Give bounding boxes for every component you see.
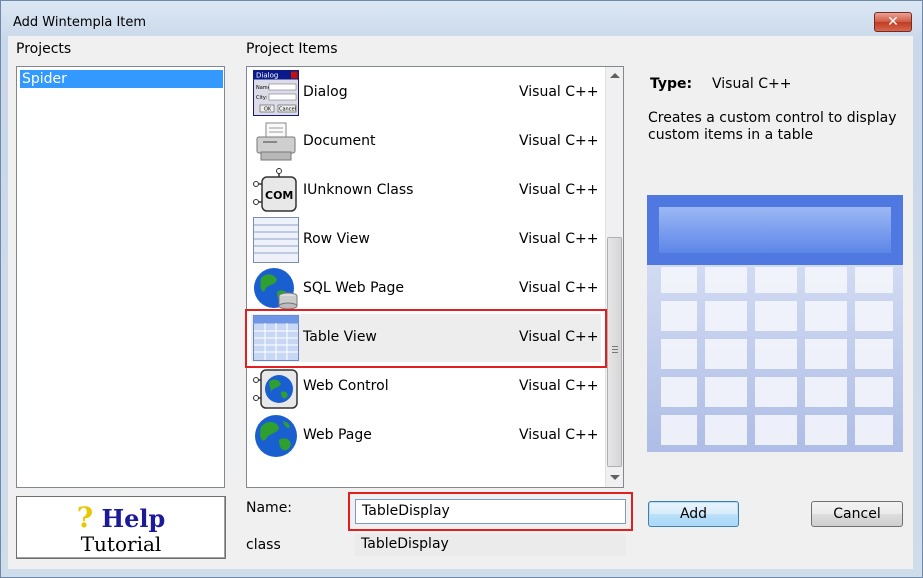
class-value: TableDisplay bbox=[355, 534, 626, 556]
tutorial-label: Tutorial bbox=[80, 532, 162, 556]
item-type: Visual C++ bbox=[519, 378, 599, 394]
projects-list[interactable]: Spider bbox=[16, 66, 225, 488]
projects-label: Projects bbox=[16, 41, 72, 57]
item-name: Row View bbox=[303, 231, 370, 247]
item-type: Visual C++ bbox=[519, 231, 599, 247]
item-type: Visual C++ bbox=[519, 427, 599, 443]
dialog-icon: Dialog Name: City: OK Cancel bbox=[253, 70, 299, 116]
close-button[interactable]: ✕ bbox=[874, 12, 912, 32]
item-type: Visual C++ bbox=[519, 133, 599, 149]
list-item-document[interactable]: Document Visual C++ bbox=[251, 118, 601, 166]
item-description: Creates a custom control to display cust… bbox=[648, 110, 897, 143]
item-name: IUnknown Class bbox=[303, 182, 414, 198]
list-item-web-control[interactable]: Web Control Visual C++ bbox=[251, 363, 601, 411]
web-control-icon bbox=[253, 369, 298, 409]
cancel-button[interactable]: Cancel bbox=[811, 501, 903, 527]
project-item-spider[interactable]: Spider bbox=[20, 70, 223, 88]
project-items-list[interactable]: Dialog Name: City: OK Cancel Dialog Visu… bbox=[246, 66, 624, 488]
item-name: Dialog bbox=[303, 84, 348, 100]
globe-icon bbox=[255, 415, 297, 457]
globe-database-icon bbox=[254, 268, 298, 310]
com-icon-label: COM bbox=[265, 189, 293, 202]
item-type: Visual C++ bbox=[519, 182, 599, 198]
grip-icon bbox=[612, 346, 618, 347]
printer-icon bbox=[256, 122, 296, 161]
dialog-icon-city: City: bbox=[256, 95, 267, 101]
item-name: Document bbox=[303, 133, 376, 149]
list-item-dialog[interactable]: Dialog Name: City: OK Cancel Dialog Visu… bbox=[251, 69, 601, 117]
type-label: Type: bbox=[650, 76, 693, 92]
scroll-down-arrow-icon[interactable] bbox=[610, 475, 620, 480]
item-name: Web Control bbox=[303, 378, 389, 394]
name-label: Name: bbox=[246, 500, 293, 516]
question-mark-icon: ? bbox=[76, 501, 94, 534]
dialog-icon-ok: OK bbox=[264, 107, 272, 113]
item-type: Visual C++ bbox=[519, 280, 599, 296]
title-bar: Add Wintempla Item ✕ bbox=[1, 1, 922, 37]
name-input[interactable]: TableDisplay bbox=[355, 499, 626, 524]
list-item-web-page[interactable]: Web Page Visual C++ bbox=[251, 412, 601, 460]
scroll-up-arrow-icon[interactable] bbox=[610, 73, 620, 78]
list-item-iunknown-class[interactable]: COM IUnknown Class Visual C++ bbox=[251, 167, 601, 215]
table-preview-image bbox=[647, 195, 903, 452]
list-item-sql-web-page[interactable]: SQL Web Page Visual C++ bbox=[251, 265, 601, 313]
dialog-icon-cancel: Cancel bbox=[279, 107, 296, 113]
selected-item-highlight bbox=[245, 309, 607, 368]
window-title: Add Wintempla Item bbox=[13, 15, 147, 30]
item-name: SQL Web Page bbox=[303, 280, 405, 296]
help-title: ? Help bbox=[17, 501, 225, 534]
help-label: Help bbox=[101, 504, 166, 533]
item-name: Web Page bbox=[303, 427, 372, 443]
list-item-row-view[interactable]: Row View Visual C++ bbox=[251, 216, 601, 264]
scroll-thumb[interactable] bbox=[607, 237, 622, 467]
vertical-scrollbar[interactable] bbox=[605, 67, 623, 487]
item-type: Visual C++ bbox=[519, 84, 599, 100]
help-tutorial-button[interactable]: ? Help Tutorial bbox=[16, 496, 226, 559]
add-button[interactable]: Add bbox=[648, 501, 739, 527]
type-value: Visual C++ bbox=[712, 76, 792, 92]
row-view-icon bbox=[253, 217, 299, 263]
com-icon: COM bbox=[253, 168, 297, 212]
class-label: class bbox=[246, 537, 281, 553]
project-items-label: Project Items bbox=[246, 41, 338, 57]
dialog-icon-title: Dialog bbox=[256, 72, 278, 80]
